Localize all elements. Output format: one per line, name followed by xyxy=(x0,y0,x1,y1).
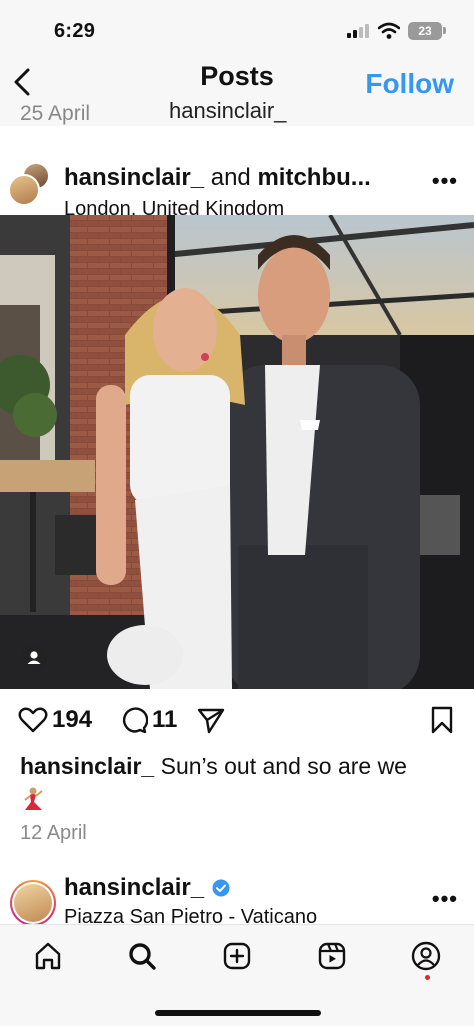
tagged-people-icon[interactable] xyxy=(21,645,47,671)
post-header: hansinclair_ and mitchbu... London, Unit… xyxy=(0,150,474,220)
comment-icon[interactable] xyxy=(120,706,148,734)
next-post-location[interactable]: Piazza San Pietro - Vaticano xyxy=(64,906,317,926)
post-username[interactable]: hansinclair_ xyxy=(64,164,204,191)
home-icon[interactable] xyxy=(33,941,63,971)
post-photo[interactable] xyxy=(0,215,474,689)
cellular-signal-icon xyxy=(347,24,373,38)
follow-button[interactable]: Follow xyxy=(365,68,454,100)
reels-icon[interactable] xyxy=(317,941,347,971)
post-author-line: hansinclair_ and mitchbu... xyxy=(64,164,414,192)
status-time: 6:29 xyxy=(54,20,96,42)
dancer-emoji-icon xyxy=(24,787,43,810)
next-post-header: hansinclair_ Piazza San Pietro - Vatican… xyxy=(0,868,474,926)
caption-username[interactable]: hansinclair_ xyxy=(20,753,154,779)
like-group: 194 xyxy=(18,706,92,734)
photo-illustration xyxy=(0,215,474,689)
status-bar: 6:29 23 xyxy=(0,0,474,58)
create-post-icon[interactable] xyxy=(222,941,252,971)
heart-icon[interactable] xyxy=(18,706,48,734)
post-collaborator[interactable]: mitchbu... xyxy=(257,164,370,191)
post-caption: hansinclair_ Sun’s out and so are we xyxy=(20,750,460,814)
comment-count[interactable]: 11 xyxy=(152,706,177,734)
post-joiner: and xyxy=(210,164,251,191)
comment-group: 11 xyxy=(120,706,177,734)
avatar xyxy=(8,174,40,206)
notification-dot xyxy=(425,975,430,980)
previous-post-strip: 25 April hansinclair_ xyxy=(0,98,474,126)
next-post-username[interactable]: hansinclair_ xyxy=(64,874,204,902)
post-date: 12 April xyxy=(20,822,87,844)
wifi-icon xyxy=(378,22,400,39)
collab-avatars[interactable] xyxy=(8,162,52,206)
battery-tip xyxy=(443,27,446,34)
next-post-author: hansinclair_ xyxy=(64,874,230,902)
battery-indicator: 23 xyxy=(408,22,442,40)
search-icon[interactable] xyxy=(127,941,157,971)
avatar xyxy=(14,884,52,922)
like-count[interactable]: 194 xyxy=(52,706,92,734)
previous-post-username[interactable]: hansinclair_ xyxy=(169,98,286,124)
post-actions: 194 11 xyxy=(0,700,474,744)
profile-icon[interactable] xyxy=(411,941,441,971)
verified-badge-icon xyxy=(212,879,230,897)
bottom-tab-bar xyxy=(0,924,474,1026)
next-post-more-options-icon[interactable]: ••• xyxy=(432,886,458,912)
share-icon[interactable] xyxy=(197,708,225,734)
story-ring-avatar[interactable] xyxy=(10,880,56,926)
home-indicator xyxy=(155,1010,321,1016)
more-options-icon[interactable]: ••• xyxy=(432,168,458,194)
caption-text: Sun’s out and so are we xyxy=(160,753,407,779)
bookmark-icon[interactable] xyxy=(430,706,454,734)
previous-post-date: 25 April xyxy=(20,102,91,125)
